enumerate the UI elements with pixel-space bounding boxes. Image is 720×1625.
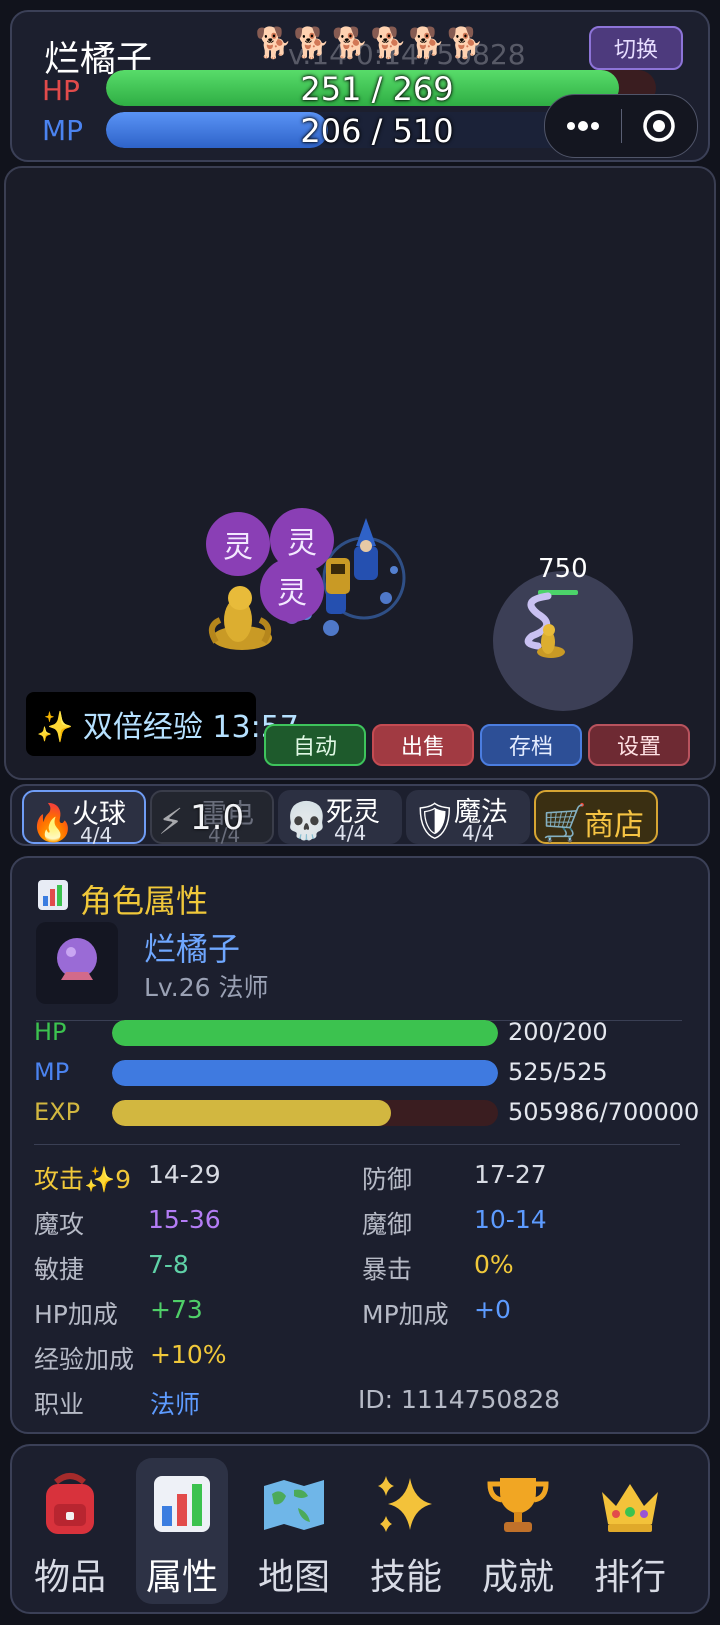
hp-stat-fill [112, 1020, 498, 1046]
skill-necromancy[interactable]: 💀 死灵 4/4 [278, 790, 402, 845]
defense-label: 防御 [362, 1165, 413, 1194]
hp-label: HP [42, 74, 80, 107]
mini-program-capsule [544, 94, 698, 158]
exp-stat-label: EXP [34, 1098, 81, 1126]
mp-bonus-label: MP加成 [362, 1300, 449, 1329]
exp-stat-value: 505986/700000 [508, 1098, 700, 1126]
defense-value: 17-27 [474, 1160, 547, 1189]
pet-icons: 🐕🐕🐕🐕🐕🐕 [255, 26, 486, 61]
nav-item-ranking[interactable]: 排行 [584, 1458, 676, 1604]
ellipsis-icon[interactable] [545, 95, 621, 157]
save-button[interactable]: 存档 [480, 724, 582, 766]
ghost-spirit: 灵 [206, 512, 270, 576]
skull-icon: 💀 [284, 801, 329, 842]
magic-attack-value: 15-36 [148, 1205, 221, 1234]
target-icon[interactable] [621, 95, 697, 157]
hp-bonus-value: +73 [150, 1295, 203, 1324]
boss-hp-text: 750 [538, 554, 588, 584]
auto-button[interactable]: 自动 [264, 724, 366, 766]
hp-stat-value: 200/200 [508, 1018, 608, 1046]
agility-value: 7-8 [148, 1250, 189, 1279]
cart-icon: 🛒 [542, 803, 587, 844]
skill-lightning[interactable]: ⚡ 雷电 4/4 1.0 [150, 790, 274, 847]
nav-item-attributes[interactable]: 属性 [136, 1458, 228, 1604]
hp-stat-bar [112, 1020, 498, 1046]
skill-cooldown: 1.0 [190, 798, 245, 838]
skill-fireball[interactable]: 🔥 火球 4/4 [22, 790, 146, 847]
class-value: 法师 [150, 1390, 201, 1419]
agility-label: 敏捷 [34, 1255, 85, 1284]
hp-bonus-label: HP加成 [34, 1300, 118, 1329]
class-label: 职业 [34, 1390, 85, 1419]
nav-label: 地图 [257, 1557, 330, 1598]
trophy-icon [487, 1478, 549, 1532]
nav-label: 成就 [481, 1557, 554, 1598]
skill-bar: 🔥 火球 4/4 ⚡ 雷电 4/4 1.0 💀 死灵 4/4 🛡 魔法 4/4 … [10, 784, 710, 847]
boss-target-bubble[interactable] [488, 566, 638, 716]
mp-label: MP [42, 114, 84, 147]
game-area[interactable]: 灵 灵 灵 750 ✨ 双倍经验 13:57 自动 出售 存档 设置 [4, 166, 716, 780]
skill-charges: 4/4 [334, 821, 367, 845]
skill-magic-shield[interactable]: 🛡 魔法 4/4 [406, 790, 530, 845]
nav-item-inventory[interactable]: 物品 [24, 1458, 116, 1604]
character-name: 烂橘子 [144, 930, 241, 968]
player-status-header: 烂橘子 v.14 0:14750828 🐕🐕🐕🐕🐕🐕 切换 HP 251 / 2… [10, 10, 710, 162]
mp-stat-value: 525/525 [508, 1058, 608, 1086]
exp-bonus-label: 经验加成 [34, 1345, 135, 1374]
sparkles-icon [378, 1476, 432, 1532]
mp-stat-label: MP [34, 1058, 70, 1086]
exp-stat-bar [112, 1100, 498, 1126]
nav-item-achievements[interactable]: 成就 [472, 1458, 564, 1604]
nav-label: 物品 [33, 1557, 106, 1598]
bottom-navigation: 物品 属性 地图 技能 成就 排行 [10, 1444, 710, 1614]
nav-label: 技能 [369, 1557, 442, 1598]
nav-label: 排行 [593, 1557, 666, 1598]
mp-bonus-value: +0 [474, 1295, 511, 1324]
skill-charges: 4/4 [462, 821, 495, 845]
bar-chart-icon [38, 880, 68, 910]
crit-label: 暴击 [362, 1255, 413, 1284]
backpack-icon [46, 1473, 94, 1534]
divider [34, 1144, 680, 1145]
exp-bonus-value: +10% [150, 1340, 227, 1369]
settings-button[interactable]: 设置 [588, 724, 690, 766]
magic-defense-label: 魔御 [362, 1210, 413, 1239]
crit-value: 0% [474, 1250, 514, 1279]
nav-item-map[interactable]: 地图 [248, 1458, 340, 1604]
ghost-spirit: 灵 [260, 558, 324, 622]
shield-icon: 🛡 [412, 801, 458, 842]
lightning-icon: ⚡ [158, 802, 184, 843]
exp-stat-fill [112, 1100, 391, 1126]
player-id: ID: 1114750828 [358, 1385, 561, 1414]
crystal-ball-avatar [36, 922, 118, 1004]
magic-attack-label: 魔攻 [34, 1210, 85, 1239]
character-level: Lv.26 法师 [144, 973, 269, 1002]
stats-title: 角色属性 [80, 882, 209, 920]
fire-icon: 🔥 [30, 803, 75, 844]
nav-label: 属性 [145, 1557, 218, 1598]
shop-button[interactable]: 🛒 商店 [534, 790, 658, 844]
mp-stat-bar [112, 1060, 498, 1086]
shop-label: 商店 [584, 808, 644, 843]
bar-chart-icon [154, 1476, 210, 1532]
hp-stat-label: HP [34, 1018, 67, 1046]
switch-button[interactable]: 切换 [589, 26, 683, 70]
mp-stat-fill [112, 1060, 498, 1086]
skill-charges: 4/4 [80, 823, 113, 847]
crown-icon [602, 1484, 658, 1532]
attack-value: 14-29 [148, 1160, 221, 1189]
attack-label: 攻击✨9 [34, 1165, 132, 1194]
double-exp-banner: ✨ 双倍经验 13:57 [26, 692, 299, 756]
magic-defense-value: 10-14 [474, 1205, 547, 1234]
map-icon [264, 1480, 324, 1530]
nav-item-skills[interactable]: 技能 [360, 1458, 452, 1604]
sell-button[interactable]: 出售 [372, 724, 474, 766]
